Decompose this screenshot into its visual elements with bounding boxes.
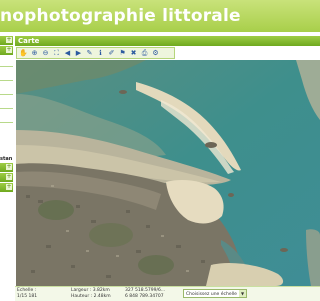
- status-bar: Echelle : 1/15 181 Largeur : 3.82km Haut…: [15, 286, 320, 301]
- expand-icon[interactable]: +: [6, 164, 12, 170]
- expand-icon[interactable]: +: [6, 37, 12, 43]
- sidebar-section-header-5[interactable]: +: [0, 183, 13, 192]
- sidebar-section-header-3[interactable]: +: [0, 163, 13, 172]
- measure-icon[interactable]: ✎: [85, 49, 94, 58]
- coordinate-x: 327 518.5799/6...: [125, 288, 166, 293]
- chevron-down-icon[interactable]: ▼: [239, 290, 246, 297]
- expand-icon[interactable]: +: [6, 184, 12, 190]
- sidebar-section-header-4[interactable]: +: [0, 173, 13, 182]
- sidebar-section-header-1[interactable]: +: [0, 36, 13, 45]
- divider: [0, 66, 13, 67]
- draw-icon[interactable]: ✐: [107, 49, 116, 58]
- map-panel: Carte ✋ ⊕ ⊖ ⛶ ◀ ▶ ✎ ℹ ✐ ⚑ ✖ ⎙ ⚙ Echelle …: [15, 36, 320, 301]
- app-title: nophotographie littorale: [0, 6, 241, 26]
- divider: [0, 122, 13, 123]
- scale-value: 1/15 181: [17, 294, 38, 299]
- pan-icon[interactable]: ✋: [19, 49, 28, 58]
- app-header: nophotographie littorale: [0, 0, 320, 32]
- divider: [0, 94, 13, 95]
- zoom-out-icon[interactable]: ⊖: [41, 49, 50, 58]
- settings-icon[interactable]: ⚙: [151, 49, 160, 58]
- coordinate-y: 6 848 789.34707: [125, 294, 164, 299]
- flag-icon[interactable]: ⚑: [118, 49, 127, 58]
- map-panel-title: Carte: [18, 37, 40, 45]
- scale-select[interactable]: Choisissez une échelle ▼: [183, 289, 247, 298]
- info-icon[interactable]: ℹ: [96, 49, 105, 58]
- previous-view-icon[interactable]: ◀: [63, 49, 72, 58]
- map-panel-header: Carte: [15, 36, 320, 46]
- sidebar-section-header-2[interactable]: +: [0, 46, 13, 55]
- divider: [0, 108, 13, 109]
- sidebar-fragment-label: stan: [0, 156, 13, 162]
- next-view-icon[interactable]: ▶: [74, 49, 83, 58]
- scale-select-value: Choisissez une échelle: [186, 292, 237, 297]
- height-label: Hauteur : 2.48km: [71, 294, 111, 299]
- left-sidebar: + + stan + + +: [0, 36, 13, 300]
- width-label: Largeur : 3.82km: [71, 288, 110, 293]
- print-icon[interactable]: ⎙: [140, 49, 149, 58]
- aerial-map[interactable]: [16, 60, 320, 286]
- expand-icon[interactable]: +: [6, 47, 12, 53]
- zoom-in-icon[interactable]: ⊕: [30, 49, 39, 58]
- scale-label: Echelle :: [17, 288, 37, 293]
- aerial-photo[interactable]: [16, 60, 320, 286]
- divider: [0, 80, 13, 81]
- map-toolbar: ✋ ⊕ ⊖ ⛶ ◀ ▶ ✎ ℹ ✐ ⚑ ✖ ⎙ ⚙: [16, 47, 175, 59]
- delete-icon[interactable]: ✖: [129, 49, 138, 58]
- expand-icon[interactable]: +: [6, 174, 12, 180]
- zoom-extent-icon[interactable]: ⛶: [52, 49, 61, 58]
